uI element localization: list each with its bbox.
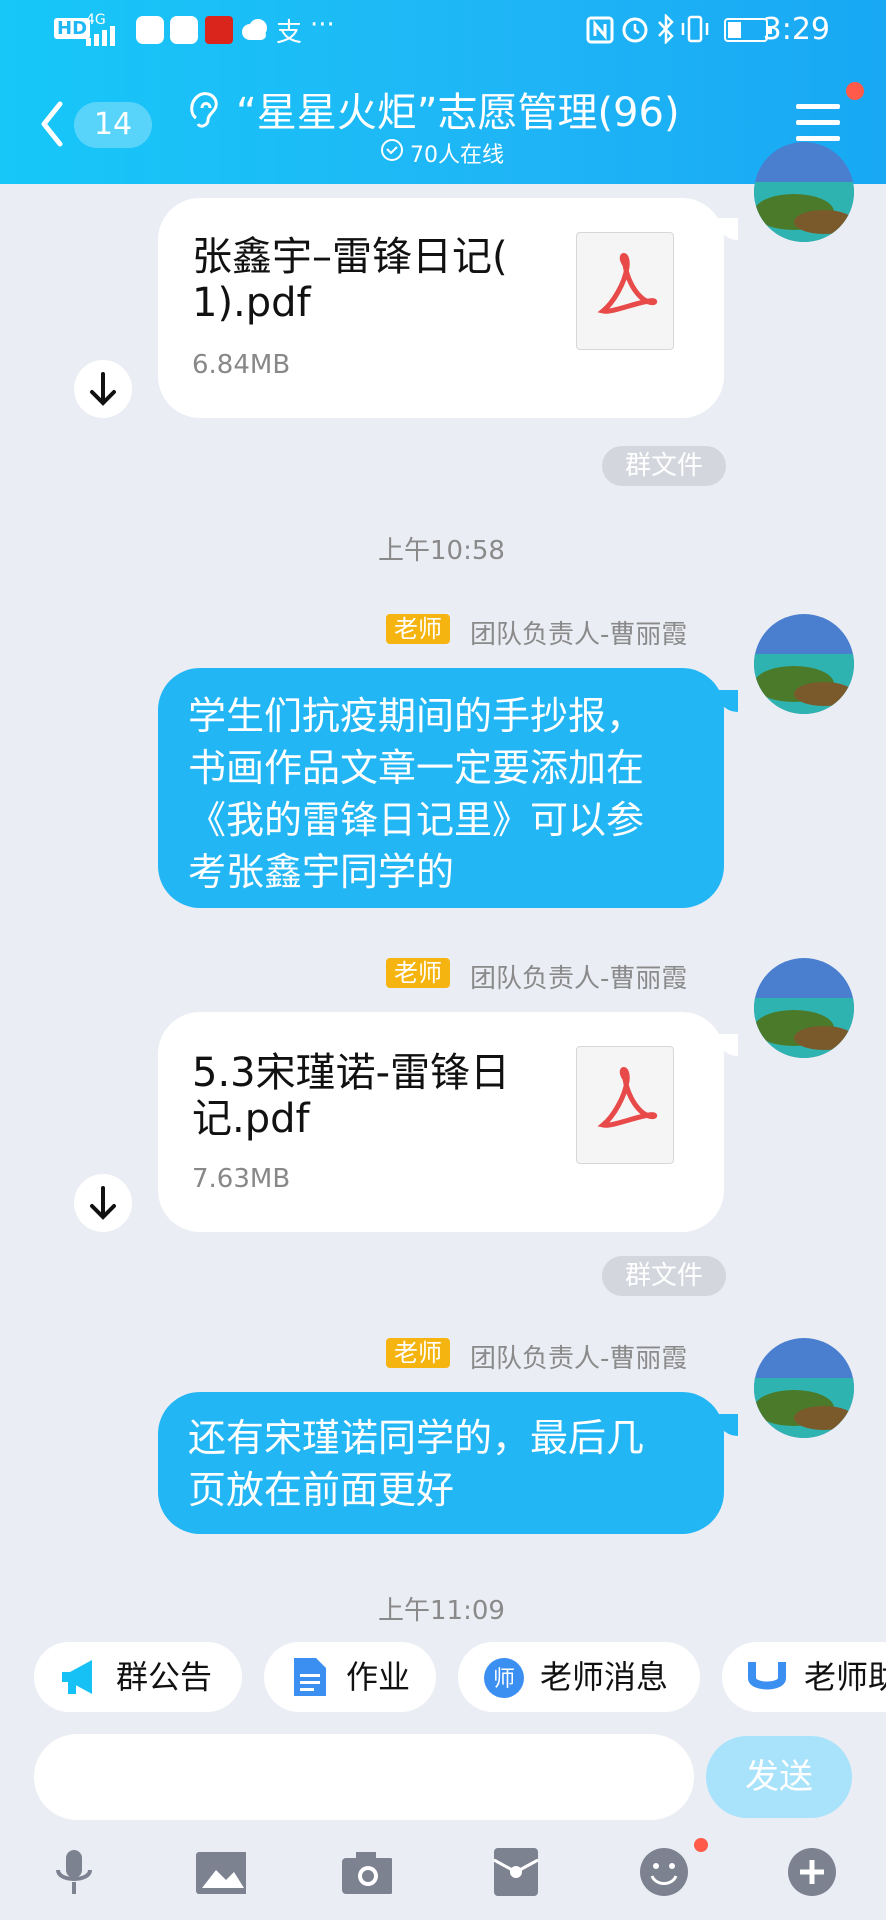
chip-label: 老师消息 (540, 1658, 669, 1696)
battery-icon (724, 18, 772, 42)
more-icon: ··· (310, 10, 335, 40)
ear-icon[interactable] (186, 88, 222, 132)
message-line: 《我的雷锋日记里》可以参 (188, 798, 645, 842)
menu-icon[interactable] (796, 104, 840, 142)
file-message-bubble[interactable]: 张鑫宇–雷锋日记( 1).pdf 6.84MB (158, 198, 724, 418)
sender-name[interactable]: 团队负责人-曹丽霞 (470, 614, 687, 651)
nfc-icon (586, 16, 614, 44)
chip-label: 老师助 (804, 1658, 886, 1696)
sender-name[interactable]: 团队负责人-曹丽霞 (470, 1338, 687, 1375)
emoji-icon[interactable] (638, 1846, 690, 1898)
file-name-line1: 5.3宋瑾诺-雷锋日 (192, 1050, 511, 1096)
image-icon[interactable] (194, 1846, 246, 1898)
microphone-icon[interactable] (48, 1846, 100, 1898)
download-button[interactable] (74, 360, 132, 418)
avatar[interactable] (754, 1338, 854, 1438)
pdf-icon (576, 232, 674, 350)
plus-icon[interactable] (786, 1846, 838, 1898)
file-size: 6.84MB (192, 350, 291, 380)
file-name-line2: 1).pdf (192, 280, 311, 326)
avatar[interactable] (754, 614, 854, 714)
menu-notification-dot (846, 82, 864, 100)
news-app-icon (205, 16, 233, 44)
timestamp: 上午10:58 (378, 536, 505, 566)
file-message-bubble[interactable]: 5.3宋瑾诺-雷锋日 记.pdf 7.63MB (158, 1012, 724, 1232)
alipay-icon: 支 (276, 18, 303, 48)
cloud-icon (242, 19, 267, 40)
timestamp: 上午11:09 (378, 1596, 505, 1626)
message-line: 还有宋瑾诺同学的，最后几 (188, 1416, 645, 1460)
avatar[interactable] (754, 142, 854, 242)
magnet-icon (748, 1662, 786, 1690)
message-line: 书画作品文章一定要添加在 (188, 746, 645, 790)
message-input[interactable] (34, 1734, 694, 1820)
app-icon (136, 16, 164, 44)
svg-text:师: 师 (493, 1667, 515, 1692)
message-line: 考张鑫宇同学的 (188, 850, 455, 894)
emoji-notification-dot (694, 1838, 708, 1852)
red-packet-icon[interactable] (492, 1846, 544, 1898)
teacher-icon: 师 (484, 1658, 524, 1698)
status-time: 3:29 (762, 12, 830, 47)
bluetooth-icon (658, 14, 674, 44)
teacher-badge: 老师 (386, 614, 450, 644)
download-button[interactable] (74, 1174, 132, 1232)
file-name-line2: 记.pdf (192, 1096, 310, 1142)
chat-header: HD 4G 支 ··· 3:29 14 “星星火炬”志愿管理(96) 70人在线 (0, 0, 886, 184)
online-check-icon (381, 139, 403, 161)
homework-chip[interactable]: 作业 (264, 1642, 436, 1712)
pdf-icon (576, 1046, 674, 1164)
group-file-tag[interactable]: 群文件 (602, 1256, 726, 1296)
app-icon (170, 16, 198, 44)
alarm-icon (622, 17, 648, 43)
teacher-badge: 老师 (386, 1338, 450, 1368)
online-count: 70人在线 (410, 143, 504, 168)
hd-icon: HD (54, 18, 91, 39)
teacher-assistant-chip[interactable]: 老师助 (722, 1642, 886, 1712)
camera-icon[interactable] (340, 1846, 392, 1898)
back-arrow-icon[interactable] (38, 100, 66, 148)
file-size: 7.63MB (192, 1164, 291, 1194)
text-message-bubble[interactable]: 还有宋瑾诺同学的，最后几 页放在前面更好 (158, 1392, 724, 1534)
vibrate-icon (681, 15, 709, 43)
message-line: 页放在前面更好 (188, 1468, 455, 1512)
announcement-chip[interactable]: 群公告 (34, 1642, 242, 1712)
text-message-bubble[interactable]: 学生们抗疫期间的手抄报， 书画作品文章一定要添加在 《我的雷锋日记里》可以参 考… (158, 668, 724, 908)
document-icon (294, 1658, 326, 1696)
megaphone-icon (62, 1660, 92, 1694)
chip-label: 作业 (346, 1658, 411, 1696)
send-button[interactable]: 发送 (706, 1736, 852, 1818)
avatar[interactable] (754, 958, 854, 1058)
unread-count-badge[interactable]: 14 (74, 102, 152, 148)
signal-icon (86, 26, 115, 46)
message-line: 学生们抗疫期间的手抄报， (188, 694, 645, 738)
page-title: “星星火炬”志愿管理(96) (236, 90, 680, 136)
sender-name[interactable]: 团队负责人-曹丽霞 (470, 958, 687, 995)
teacher-messages-chip[interactable]: 师 老师消息 (458, 1642, 700, 1712)
file-name-line1: 张鑫宇–雷锋日记( (192, 234, 508, 280)
teacher-badge: 老师 (386, 958, 450, 988)
group-file-tag[interactable]: 群文件 (602, 446, 726, 486)
chip-label: 群公告 (116, 1658, 213, 1696)
